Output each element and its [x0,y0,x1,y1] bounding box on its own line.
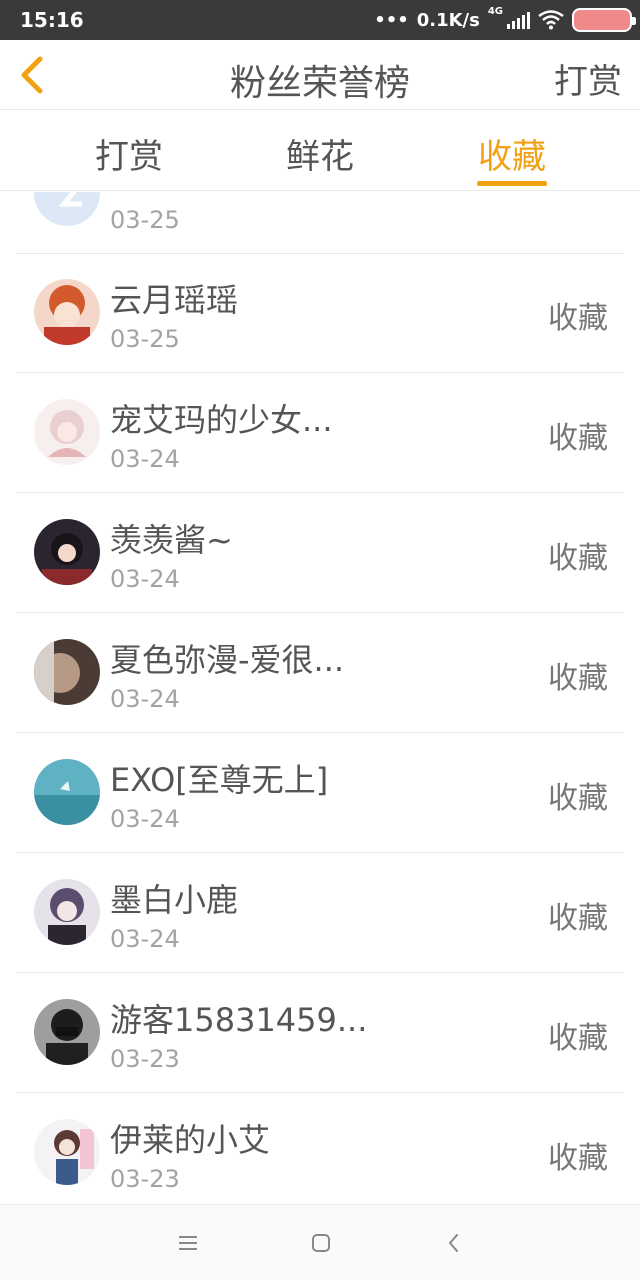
list-item[interactable]: 夏色弥漫-爱很... 03-24 收藏 [16,613,624,733]
user-name: 云月瑶瑶 [110,281,239,319]
app-header: 粉丝荣誉榜 打赏 [0,40,640,110]
list-item[interactable]: 伊莱的小艾 03-23 收藏 [16,1093,624,1204]
action-label: 收藏 [548,1021,608,1056]
avatar [34,999,100,1065]
avatar [34,879,100,945]
user-name: 游客15831459... [110,1001,368,1039]
page-title: 粉丝荣誉榜 [229,63,410,104]
status-bar: 15:16 ••• 0.1K/s 4G [0,0,640,40]
wifi-icon [538,10,564,30]
list-date: 03-25 [110,206,180,234]
status-right: ••• 0.1K/s 4G [374,6,636,34]
user-name: 伊莱的小艾 [110,1121,271,1159]
avatar [34,519,100,585]
list-item[interactable]: 03-25 收藏 [16,192,624,254]
list-date: 03-24 [110,925,180,953]
user-name: 宠艾玛的少女... [110,401,333,439]
home-icon[interactable] [309,1231,333,1255]
list-date: 03-24 [110,445,180,473]
list-date: 03-24 [110,685,180,713]
tab-collect[interactable]: 收藏 [478,129,546,178]
status-time: 15:16 [20,8,84,32]
network-speed: 0.1K/s [416,9,480,31]
system-nav-bar [0,1204,640,1280]
action-label: 收藏 [548,541,608,576]
list-item[interactable]: 羡羡酱~ 03-24 收藏 [16,493,624,613]
tab-bar: 打赏 鲜花 收藏 [0,111,640,191]
list-date: 03-24 [110,805,180,833]
battery-icon [572,8,636,32]
user-name: 羡羡酱~ [110,521,233,559]
list-item[interactable]: 墨白小鹿 03-24 收藏 [16,853,624,973]
user-name: 夏色弥漫-爱很... [110,641,345,679]
user-name: 墨白小鹿 [110,881,239,919]
list-date: 03-24 [110,565,180,593]
list-date: 03-23 [110,1165,180,1193]
tab-reward[interactable]: 打赏 [95,129,163,178]
list-item[interactable]: EXO[至尊无上] 03-24 收藏 [16,733,624,853]
signal-icon [507,11,530,29]
avatar [34,639,100,705]
menu-icon[interactable] [176,1231,200,1255]
avatar [34,1119,100,1185]
list-item[interactable]: 云月瑶瑶 03-25 收藏 [16,253,624,373]
list-item[interactable]: 游客15831459... 03-23 收藏 [16,973,624,1093]
fan-list[interactable]: 03-25 收藏 云月瑶瑶 03-25 收藏 宠艾玛的少女... 03-24 收… [16,192,624,1204]
active-tab-indicator [477,181,547,186]
list-date: 03-23 [110,1045,180,1073]
list-date: 03-25 [110,325,180,353]
action-label: 收藏 [548,301,608,336]
avatar [34,279,100,345]
avatar [34,192,100,226]
back-icon[interactable] [442,1231,466,1255]
action-label: 收藏 [548,781,608,816]
avatar [34,399,100,465]
tab-flowers[interactable]: 鲜花 [286,129,354,178]
network-type: 4G [487,6,503,17]
status-dots: ••• [374,9,409,31]
action-label: 收藏 [548,421,608,456]
action-label: 收藏 [548,661,608,696]
user-name: EXO[至尊无上] [110,761,329,799]
avatar [34,759,100,825]
action-label: 收藏 [548,901,608,936]
list-item[interactable]: 宠艾玛的少女... 03-24 收藏 [16,373,624,493]
reward-button[interactable]: 打赏 [554,54,622,103]
action-label: 收藏 [548,1141,608,1176]
